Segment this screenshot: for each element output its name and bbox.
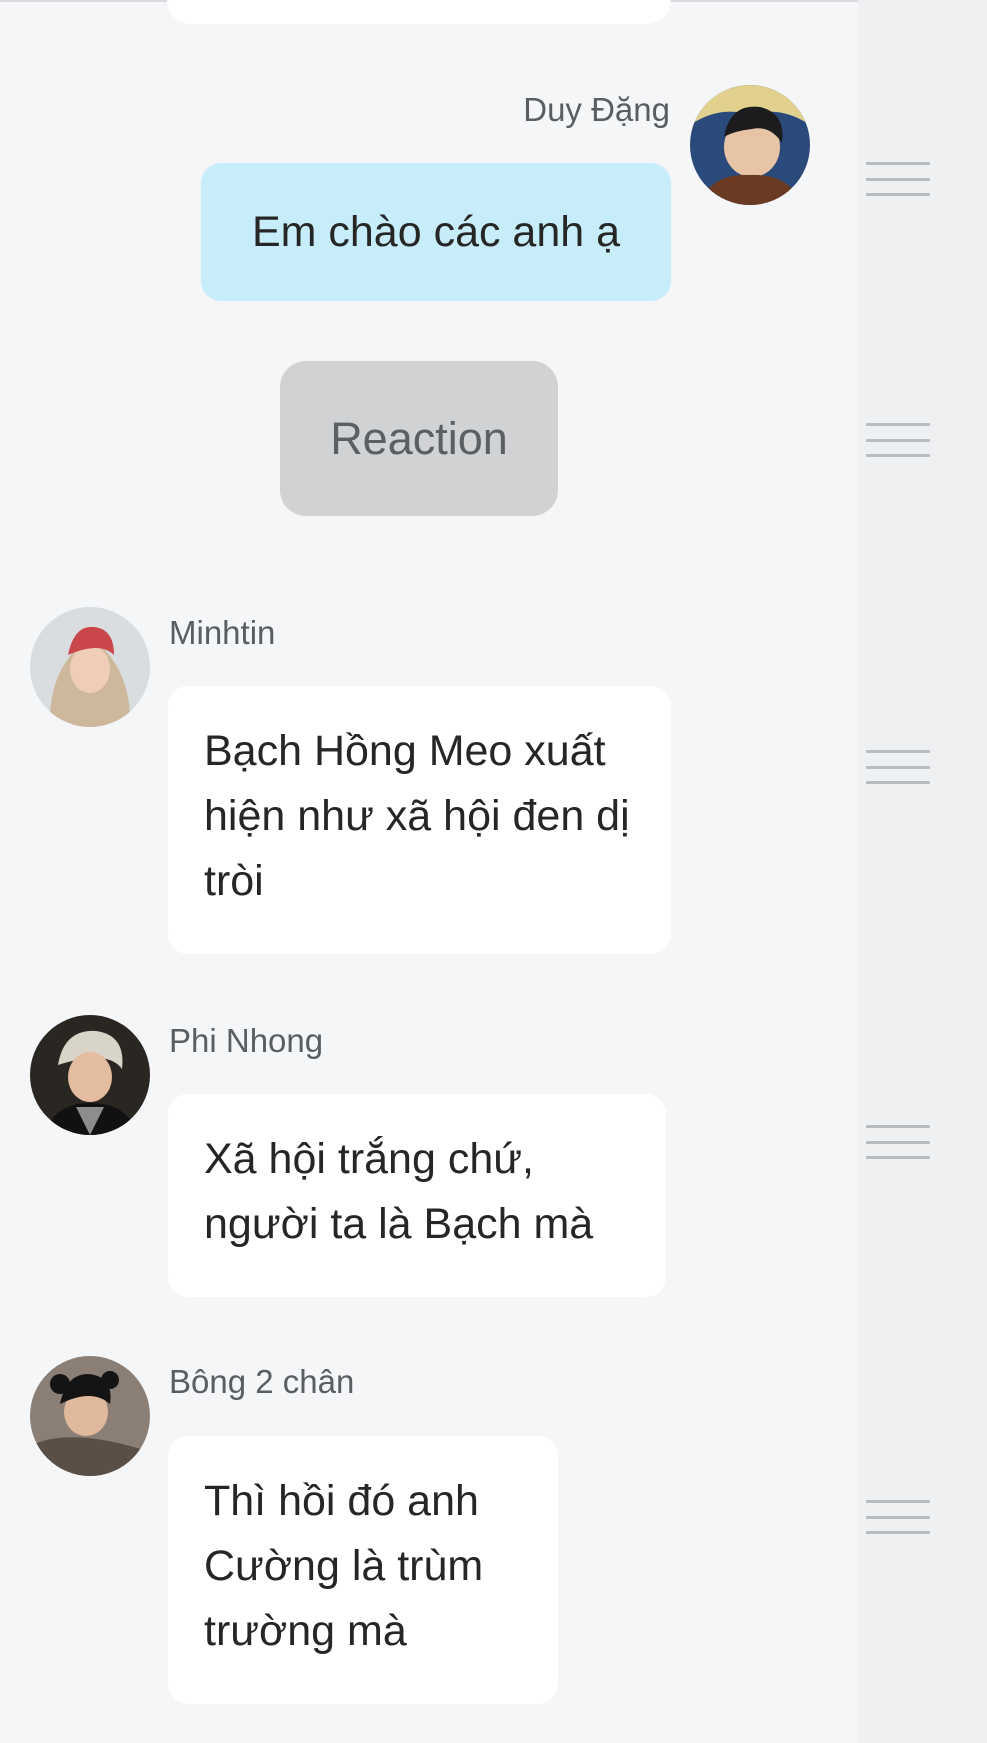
previous-message-bubble [167, 0, 671, 24]
avatar[interactable] [690, 85, 810, 205]
drag-handle-icon[interactable] [866, 162, 930, 196]
avatar[interactable] [30, 1015, 150, 1135]
reaction-button[interactable]: Reaction [280, 361, 558, 516]
sender-name: Phi Nhong [169, 1022, 324, 1059]
sender-name: Minhtin [169, 614, 276, 651]
drag-handle-column [858, 0, 987, 1743]
avatar[interactable] [30, 607, 150, 727]
message-bubble[interactable]: Bạch Hồng Meo xuất hiện như xã hội đen d… [168, 686, 671, 954]
avatar[interactable] [30, 1356, 150, 1476]
message-bubble[interactable]: Thì hồi đó anh Cường là trùm trường mà [168, 1436, 558, 1704]
message-text: Thì hồi đó anh Cường là trùm trường mà [204, 1477, 484, 1655]
message-text: Bạch Hồng Meo xuất hiện như xã hội đen d… [204, 727, 630, 905]
drag-handle-icon[interactable] [866, 423, 930, 457]
message-bubble[interactable]: Xã hội trắng chứ, người ta là Bạch mà [168, 1094, 666, 1297]
drag-handle-icon[interactable] [866, 750, 930, 784]
message-text: Xã hội trắng chứ, người ta là Bạch mà [204, 1135, 594, 1248]
sender-name: Bông 2 chân [169, 1363, 355, 1400]
drag-handle-icon[interactable] [866, 1125, 930, 1159]
drag-handle-icon[interactable] [866, 1500, 930, 1534]
message-text: Em chào các anh ạ [251, 207, 621, 256]
sender-name: Duy Đặng [523, 91, 670, 128]
message-bubble[interactable]: Em chào các anh ạ [201, 163, 671, 301]
